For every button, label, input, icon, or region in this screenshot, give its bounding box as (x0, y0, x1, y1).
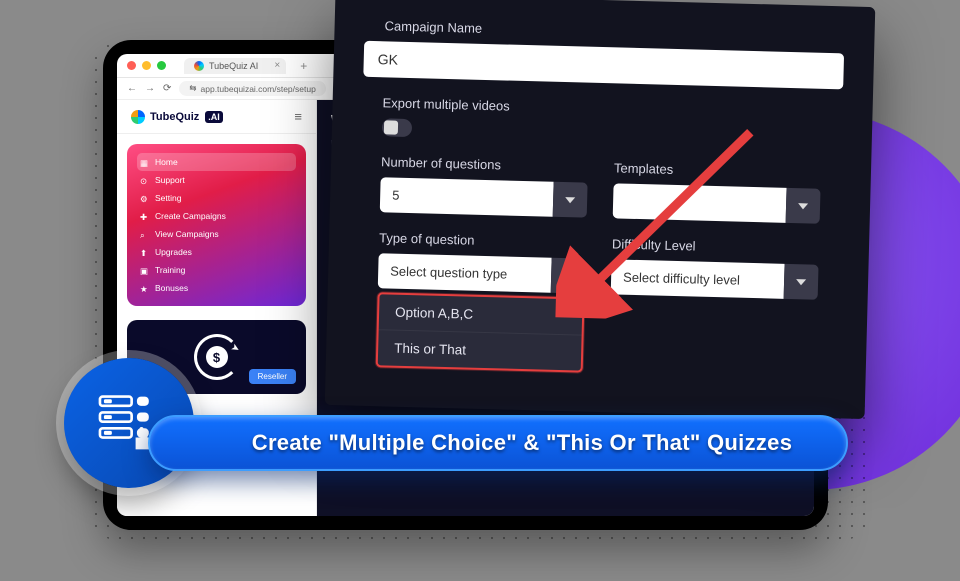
num-questions-value: 5 (380, 177, 554, 217)
nav-back-icon[interactable]: ← (127, 83, 137, 94)
support-icon: ⊙ (140, 176, 149, 185)
chevron-down-icon (553, 182, 588, 218)
templates-value (613, 183, 787, 223)
dropdown-option-this-or-that[interactable]: This or That (378, 329, 582, 370)
sidebar-item-label: Setting (155, 193, 181, 203)
caption-text: Create "Multiple Choice" & "This Or That… (252, 430, 793, 456)
sidebar-item-support[interactable]: ⊙ Support (137, 171, 296, 189)
sidebar-item-label: View Campaigns (155, 229, 219, 239)
reload-money-icon: $ (194, 334, 240, 380)
type-question-value: Select question type (378, 253, 552, 293)
brand-prefix: TubeQuiz (150, 111, 199, 123)
logo-mark-icon (131, 110, 145, 124)
sidebar-item-training[interactable]: ▣ Training (137, 261, 296, 279)
chevron-down-icon (551, 258, 586, 294)
create-icon: ✚ (140, 212, 149, 221)
sidebar-item-label: Create Campaigns (155, 211, 226, 221)
sidebar-item-bonuses[interactable]: ★ Bonuses (137, 279, 296, 297)
nav-forward-icon[interactable]: → (145, 83, 155, 94)
dollar-icon: $ (206, 346, 228, 368)
new-tab-icon[interactable]: + (300, 59, 307, 73)
sidebar-nav: ▦ Home ⊙ Support ⚙ Setting ✚ Create Campaign… (127, 144, 306, 306)
sidebar-item-upgrades[interactable]: ⬆ Upgrades (137, 243, 296, 261)
gear-icon: ⚙ (140, 194, 149, 203)
home-icon: ▦ (140, 158, 149, 167)
setup-form-overlay: Campaign Name Export multiple videos Num… (325, 0, 876, 419)
reseller-button[interactable]: Reseller (249, 369, 296, 384)
favicon-icon (194, 61, 204, 71)
url-text: app.tubequizai.com/step/setup (201, 84, 316, 94)
browser-tab[interactable]: TubeQuiz AI × (184, 58, 286, 74)
sidebar-item-label: Upgrades (155, 247, 192, 257)
nav-reload-icon[interactable]: ⟳ (163, 83, 171, 94)
export-multiple-label: Export multiple videos (382, 95, 822, 122)
type-question-label: Type of question (379, 230, 586, 250)
sidebar-item-create[interactable]: ✚ Create Campaigns (137, 207, 296, 225)
difficulty-select[interactable]: Select difficulty level (611, 259, 819, 299)
chevron-down-icon (786, 188, 821, 224)
chevron-down-icon (784, 264, 819, 300)
type-question-select[interactable]: Select question type (378, 253, 586, 293)
campaign-name-label: Campaign Name (384, 18, 824, 45)
hamburger-icon[interactable]: ≡ (294, 109, 302, 124)
brand-suffix: .AI (205, 111, 223, 123)
difficulty-label: Difficulty Level (612, 236, 819, 256)
campaign-name-input[interactable] (363, 41, 844, 90)
sidebar-item-label: Support (155, 175, 185, 185)
secure-icon: ⇆ (189, 83, 196, 94)
training-icon: ▣ (140, 266, 149, 275)
dropdown-option-abc[interactable]: Option A,B,C (379, 294, 583, 334)
tab-title: TubeQuiz AI (209, 61, 258, 71)
sidebar-item-label: Bonuses (155, 283, 188, 293)
tab-close-icon[interactable]: × (274, 60, 280, 71)
window-zoom-icon[interactable] (157, 61, 166, 70)
view-icon: ⌕ (140, 230, 149, 239)
window-minimize-icon[interactable] (142, 61, 151, 70)
upgrade-icon: ⬆ (140, 248, 149, 257)
address-bar[interactable]: ⇆ app.tubequizai.com/step/setup (179, 81, 325, 96)
sidebar-item-view[interactable]: ⌕ View Campaigns (137, 225, 296, 243)
caption-pill: Create "Multiple Choice" & "This Or That… (148, 415, 848, 471)
sidebar-item-home[interactable]: ▦ Home (137, 153, 296, 171)
bonus-icon: ★ (140, 284, 149, 293)
num-questions-label: Number of questions (381, 154, 588, 174)
app-logo[interactable]: TubeQuiz .AI ≡ (117, 100, 316, 134)
window-close-icon[interactable] (127, 61, 136, 70)
num-questions-select[interactable]: 5 (380, 177, 588, 217)
sidebar-item-setting[interactable]: ⚙ Setting (137, 189, 296, 207)
sidebar-item-label: Training (155, 265, 185, 275)
sidebar-item-label: Home (155, 157, 178, 167)
templates-select[interactable] (613, 183, 821, 223)
templates-label: Templates (614, 160, 821, 180)
difficulty-value: Select difficulty level (611, 259, 785, 299)
export-multiple-toggle[interactable] (382, 118, 412, 137)
type-question-dropdown: Option A,B,C This or That (376, 292, 585, 372)
